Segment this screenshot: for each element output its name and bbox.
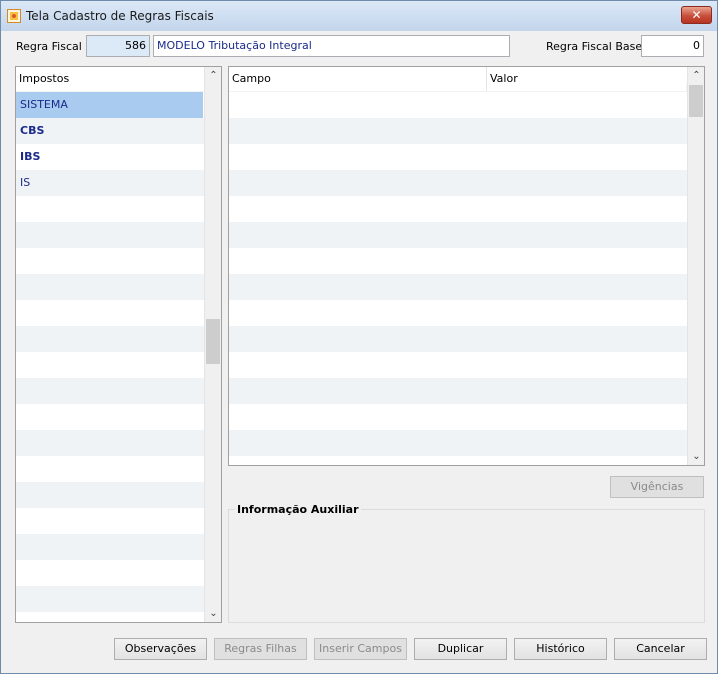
scroll-thumb[interactable] — [689, 85, 703, 117]
impostos-header: Impostos — [16, 67, 204, 91]
scroll-down-icon[interactable]: ⌄ — [205, 605, 222, 622]
informacao-auxiliar-group: Informação Auxiliar — [228, 503, 705, 623]
app-icon — [7, 9, 21, 23]
observacoes-button[interactable]: Observações — [114, 638, 207, 660]
regras-filhas-button[interactable]: Regras Filhas — [214, 638, 307, 660]
campos-grid[interactable]: Campo Valor ⌃ ⌄ — [228, 66, 705, 466]
impostos-scrollbar[interactable]: ⌃ ⌄ — [204, 67, 221, 622]
column-header-campo[interactable]: Campo — [229, 67, 487, 91]
inserir-campos-button[interactable]: Inserir Campos — [314, 638, 407, 660]
grid-scrollbar[interactable]: ⌃ ⌄ — [687, 67, 704, 465]
scroll-up-icon[interactable]: ⌃ — [205, 67, 222, 84]
window-title: Tela Cadastro de Regras Fiscais — [26, 9, 214, 23]
list-item-sistema[interactable]: SISTEMA — [16, 92, 203, 118]
duplicar-button[interactable]: Duplicar — [414, 638, 507, 660]
dialog-window: Tela Cadastro de Regras Fiscais ✕ Regra … — [0, 0, 718, 674]
regra-fiscal-description-field[interactable]: MODELO Tributação Integral — [153, 35, 510, 57]
regra-fiscal-code-field[interactable]: 586 — [86, 35, 150, 57]
regra-fiscal-base-label: Regra Fiscal Base — [546, 40, 643, 53]
scroll-up-icon[interactable]: ⌃ — [688, 67, 705, 84]
vigencias-button[interactable]: Vigências — [610, 476, 704, 498]
list-item-cbs[interactable]: CBS — [16, 118, 203, 144]
scroll-thumb[interactable] — [206, 319, 220, 364]
cancelar-button[interactable]: Cancelar — [614, 638, 707, 660]
list-item-is[interactable]: IS — [16, 170, 203, 196]
title-bar: Tela Cadastro de Regras Fiscais ✕ — [1, 1, 717, 31]
impostos-list[interactable]: Impostos SISTEMA CBS IBS IS ⌃ ⌄ — [15, 66, 222, 623]
scroll-down-icon[interactable]: ⌄ — [688, 448, 705, 465]
list-item-ibs[interactable]: IBS — [16, 144, 203, 170]
regra-fiscal-base-field[interactable]: 0 — [641, 35, 704, 57]
regra-fiscal-label: Regra Fiscal — [16, 40, 82, 53]
column-header-valor[interactable]: Valor — [487, 67, 686, 91]
close-button[interactable]: ✕ — [681, 6, 712, 24]
informacao-auxiliar-title: Informação Auxiliar — [235, 503, 361, 516]
historico-button[interactable]: Histórico — [514, 638, 607, 660]
